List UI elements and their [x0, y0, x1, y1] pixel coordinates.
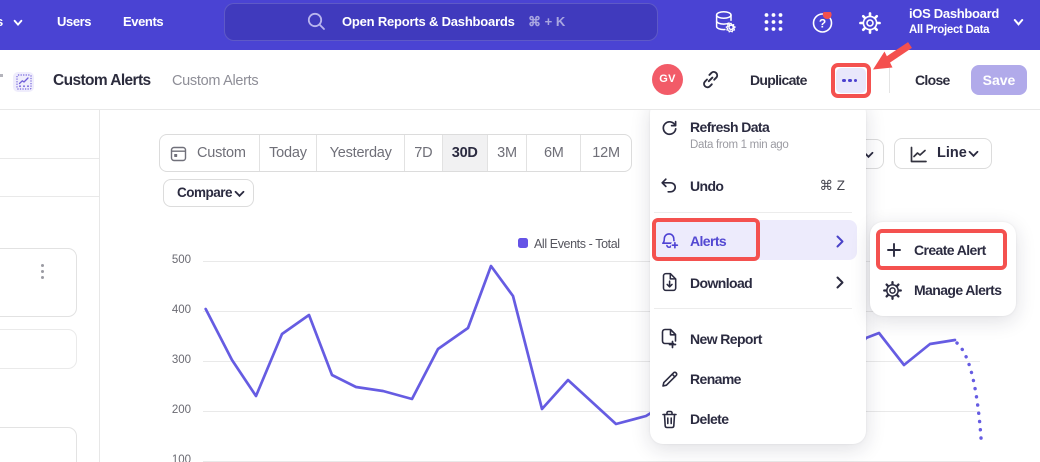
svg-text:?: ?	[819, 16, 826, 30]
